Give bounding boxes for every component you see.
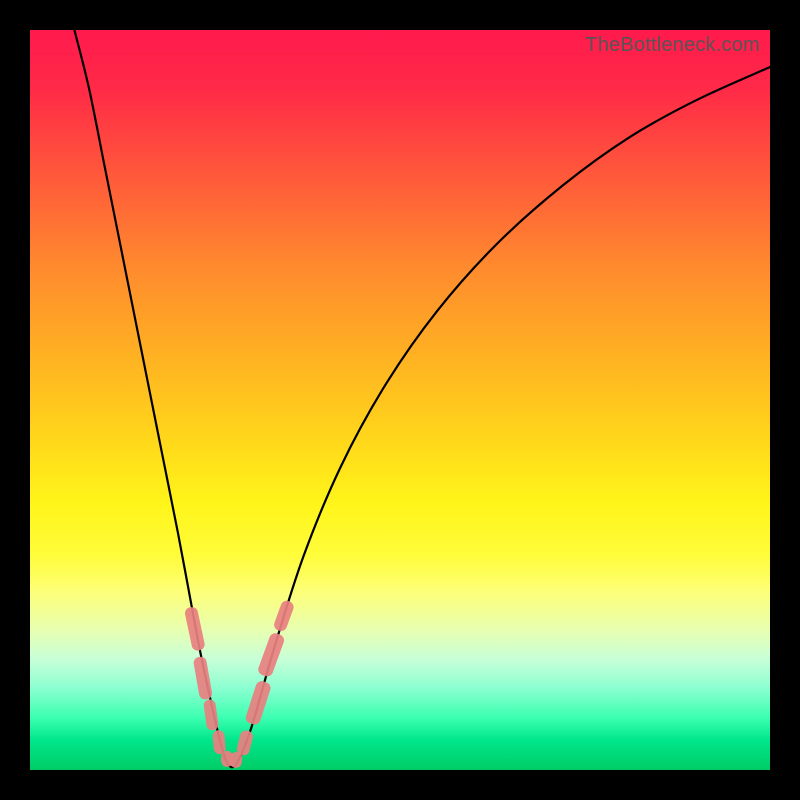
plot-area: TheBottleneck.com [30,30,770,770]
curve-layer [30,30,770,770]
bottleneck-curve [74,30,770,767]
chart-frame: TheBottleneck.com [0,0,800,800]
